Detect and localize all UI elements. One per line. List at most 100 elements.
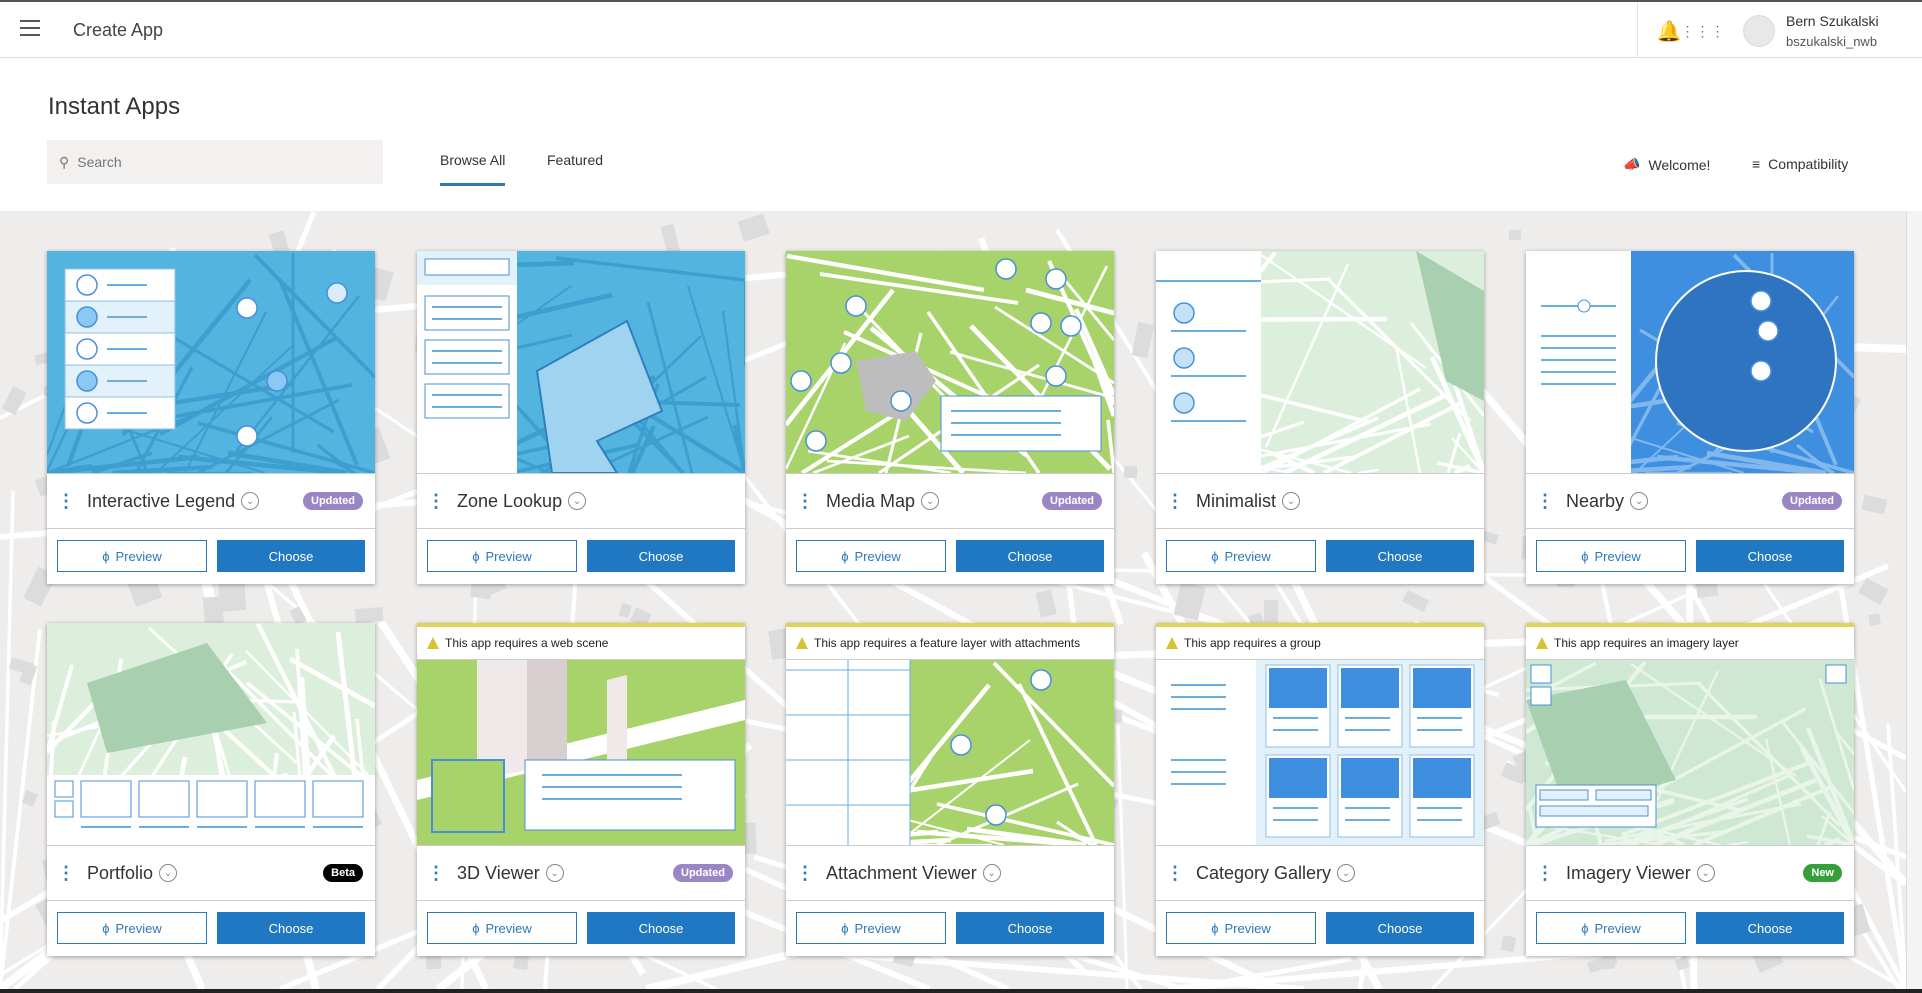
choose-button[interactable]: Choose [1326, 540, 1474, 572]
chevron-down-icon[interactable]: ⌄ [159, 864, 178, 882]
app-name: Interactive Legend [87, 490, 236, 511]
app-name: 3D Viewer [457, 862, 540, 883]
chevron-down-icon[interactable]: ⌄ [1696, 864, 1715, 882]
search-input[interactable] [77, 154, 358, 170]
menu-icon[interactable] [20, 20, 40, 38]
app-thumbnail[interactable] [786, 251, 1114, 473]
app-thumbnail[interactable] [1526, 660, 1854, 845]
more-options-icon[interactable]: ⋮ [427, 863, 445, 884]
lightning-icon: ϕ [472, 548, 480, 564]
preview-button[interactable]: ϕ Preview [796, 912, 946, 944]
preview-button[interactable]: ϕ Preview [1166, 540, 1316, 572]
search-box[interactable]: ⚲ [47, 140, 383, 184]
chevron-down-icon[interactable]: ⌄ [1630, 492, 1649, 510]
choose-button[interactable]: Choose [587, 540, 735, 572]
app-card-media-map: ⋮ Media Map ⌄ Updated ϕ Preview Choose [786, 251, 1114, 584]
app-thumbnail[interactable] [47, 251, 375, 473]
warning-icon [1536, 637, 1548, 649]
more-options-icon[interactable]: ⋮ [1166, 491, 1184, 512]
app-card-portfolio: ⋮ Portfolio ⌄ Beta ϕ Preview Choose [47, 623, 375, 956]
chevron-down-icon[interactable]: ⌄ [568, 492, 587, 510]
chevron-down-icon[interactable]: ⌄ [545, 864, 564, 882]
app-name: Zone Lookup [457, 490, 563, 511]
choose-button[interactable]: Choose [1326, 912, 1474, 944]
warning-text: This app requires a web scene [445, 636, 609, 650]
app-name: Nearby [1566, 490, 1625, 511]
app-name: Media Map [826, 490, 916, 511]
search-icon: ⚲ [59, 153, 70, 170]
lightning-icon: ϕ [841, 920, 849, 936]
choose-button[interactable]: Choose [956, 540, 1104, 572]
chevron-down-icon[interactable]: ⌄ [1282, 492, 1301, 510]
divider [1637, 2, 1638, 58]
more-options-icon[interactable]: ⋮ [57, 863, 75, 884]
app-card-minimalist: ⋮ Minimalist ⌄ ϕ Preview Choose [1156, 251, 1484, 584]
choose-button[interactable]: Choose [1696, 540, 1844, 572]
preview-label: Preview [854, 548, 901, 564]
choose-button[interactable]: Choose [217, 912, 365, 944]
preview-button[interactable]: ϕ Preview [796, 540, 946, 572]
apps-grid-icon[interactable]: ⋮⋮⋮ [1681, 14, 1725, 48]
app-thumbnail[interactable] [417, 660, 745, 845]
warning-icon [1166, 637, 1178, 649]
welcome-button[interactable]: 📣 Welcome! [1623, 156, 1710, 173]
app-card-nearby: ⋮ Nearby ⌄ Updated ϕ Preview Choose [1526, 251, 1854, 584]
more-options-icon[interactable]: ⋮ [1166, 863, 1184, 884]
app-name: Minimalist [1196, 490, 1277, 511]
app-card-zone-lookup: ⋮ Zone Lookup ⌄ ϕ Preview Choose [417, 251, 745, 584]
preview-button[interactable]: ϕ Preview [1536, 540, 1686, 572]
lightning-icon: ϕ [1211, 920, 1219, 936]
app-name: Portfolio [87, 862, 154, 883]
scrollbar[interactable] [1906, 211, 1922, 989]
compatibility-button[interactable]: ≡ Compatibility [1752, 156, 1848, 172]
user-login: bszukalski_nwb [1786, 34, 1878, 49]
preview-button[interactable]: ϕ Preview [427, 540, 577, 572]
app-card-interactive-legend: ⋮ Interactive Legend ⌄ Updated ϕ Preview Choos… [47, 251, 375, 584]
page-title: Instant Apps [48, 93, 181, 120]
preview-label: Preview [485, 548, 532, 564]
lightning-icon: ϕ [102, 920, 110, 936]
choose-button[interactable]: Choose [1696, 912, 1844, 944]
chevron-down-icon[interactable]: ⌄ [1337, 864, 1356, 882]
preview-label: Preview [1224, 548, 1271, 564]
lightning-icon: ϕ [1211, 548, 1219, 564]
chevron-down-icon[interactable]: ⌄ [982, 864, 1001, 882]
chevron-down-icon[interactable]: ⌄ [241, 492, 260, 510]
warning-text: This app requires a group [1184, 636, 1321, 650]
preview-button[interactable]: ϕ Preview [1166, 912, 1316, 944]
choose-button[interactable]: Choose [217, 540, 365, 572]
tab-featured[interactable]: Featured [547, 152, 603, 168]
choose-button[interactable]: Choose [956, 912, 1104, 944]
warning-icon [796, 637, 808, 649]
preview-button[interactable]: ϕ Preview [57, 912, 207, 944]
app-thumbnail[interactable] [1526, 251, 1854, 473]
more-options-icon[interactable]: ⋮ [1536, 863, 1554, 884]
more-options-icon[interactable]: ⋮ [427, 491, 445, 512]
app-thumbnail[interactable] [1156, 660, 1484, 845]
app-thumbnail[interactable] [786, 660, 1114, 845]
choose-button[interactable]: Choose [587, 912, 735, 944]
avatar[interactable] [1743, 15, 1775, 47]
more-options-icon[interactable]: ⋮ [796, 491, 814, 512]
welcome-label: Welcome! [1648, 156, 1711, 173]
lightning-icon: ϕ [841, 548, 849, 564]
more-options-icon[interactable]: ⋮ [57, 491, 75, 512]
app-thumbnail[interactable] [1156, 251, 1484, 473]
preview-button[interactable]: ϕ Preview [1536, 912, 1686, 944]
preview-button[interactable]: ϕ Preview [57, 540, 207, 572]
app-name: Imagery Viewer [1566, 862, 1691, 883]
bottom-edge [0, 989, 1922, 993]
app-name: Category Gallery [1196, 862, 1332, 883]
status-badge: Updated [1042, 492, 1102, 510]
more-options-icon[interactable]: ⋮ [796, 863, 814, 884]
warning-icon [427, 637, 439, 649]
chevron-down-icon[interactable]: ⌄ [921, 492, 940, 510]
app-thumbnail[interactable] [47, 623, 375, 845]
status-badge: Updated [303, 492, 363, 510]
tab-browse-all[interactable]: Browse All [440, 152, 506, 186]
user-name[interactable]: Bern Szukalski [1786, 13, 1879, 29]
requirement-warning: This app requires an imagery layer [1526, 623, 1854, 660]
preview-button[interactable]: ϕ Preview [427, 912, 577, 944]
more-options-icon[interactable]: ⋮ [1536, 491, 1554, 512]
app-thumbnail[interactable] [417, 251, 745, 473]
